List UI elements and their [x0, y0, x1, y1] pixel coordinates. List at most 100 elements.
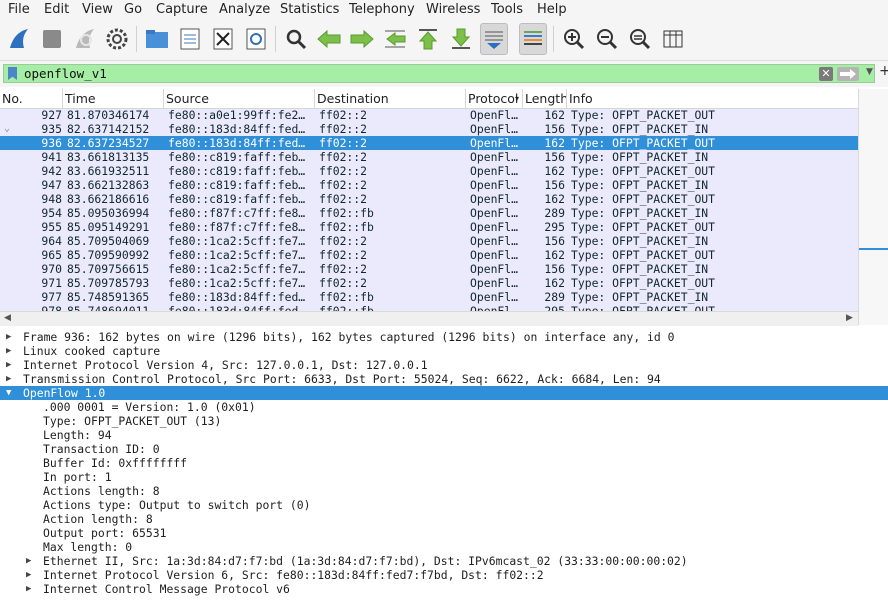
- detail-tree-row[interactable]: ▼ OpenFlow 1.0: [0, 386, 888, 400]
- close-file-icon[interactable]: [209, 23, 237, 55]
- packet-row[interactable]: 970 85.709756615 fe80::1ca2:5cff:fe7… ff02:…: [0, 262, 858, 276]
- detail-tree-row[interactable]: ▶ Internet Protocol Version 6, Src: fe80:…: [0, 568, 888, 582]
- packet-row[interactable]: 954 85.095036994 fe80::f87f:c7ff:fe8… ff02:…: [0, 206, 858, 220]
- packet-details-tree: ▶ Frame 936: 162 bytes on wire (1296 bits…: [0, 330, 888, 609]
- detail-tree-row[interactable]: In port: 1: [0, 470, 888, 484]
- go-forward-icon[interactable]: [348, 23, 376, 55]
- detail-tree-row[interactable]: Action length: 8: [0, 512, 888, 526]
- detail-tree-row[interactable]: Length: 94: [0, 428, 888, 442]
- detail-tree-row[interactable]: Buffer Id: 0xffffffff: [0, 456, 888, 470]
- detail-tree-row[interactable]: Actions type: Output to switch port (0): [0, 498, 888, 512]
- packet-row[interactable]: 942 83.661932511 fe80::c819:faff:feb… ff02:…: [0, 164, 858, 178]
- column-header-length[interactable]: Length: [523, 89, 567, 108]
- scroll-right-icon[interactable]: ▶: [846, 313, 853, 323]
- display-filter-input[interactable]: openflow_v1 ✕ ▼: [3, 64, 875, 83]
- menu-statistics[interactable]: Statistics: [280, 1, 339, 19]
- packet-row[interactable]: 971 85.709785793 fe80::1ca2:5cff:fe7… ff02:…: [0, 276, 858, 290]
- packet-cell-time: 83.662132863: [67, 178, 150, 192]
- go-first-icon[interactable]: [414, 23, 442, 55]
- column-header-time[interactable]: Time: [63, 89, 164, 108]
- packet-cell-proto: OpenFl…: [470, 192, 519, 206]
- column-header-info[interactable]: Info: [567, 89, 858, 108]
- open-file-icon[interactable]: [143, 23, 171, 55]
- expand-arrow-icon[interactable]: ▶: [6, 358, 11, 372]
- packet-row[interactable]: 965 85.709590992 fe80::1ca2:5cff:fe7… ff02:…: [0, 248, 858, 262]
- menu-telephony[interactable]: Telephony: [349, 1, 415, 19]
- go-to-packet-icon[interactable]: [381, 23, 409, 55]
- packet-cell-src: fe80::c819:faff:feb…: [168, 150, 306, 164]
- find-packet-icon[interactable]: [282, 23, 310, 55]
- packet-row[interactable]: 964 85.709504069 fe80::1ca2:5cff:fe7… ff02:…: [0, 234, 858, 248]
- zoom-in-icon[interactable]: [560, 23, 588, 55]
- packet-cell-len: 162: [544, 192, 565, 206]
- menu-edit[interactable]: Edit: [44, 1, 69, 19]
- packet-cell-len: 156: [544, 178, 565, 192]
- detail-tree-row[interactable]: Max length: 0: [0, 540, 888, 554]
- menu-wireless[interactable]: Wireless: [426, 1, 480, 19]
- go-back-icon[interactable]: [315, 23, 343, 55]
- expand-arrow-icon[interactable]: ▶: [26, 568, 31, 582]
- detail-tree-row[interactable]: ▶ Internet Control Message Protocol v6: [0, 582, 888, 596]
- menu-help[interactable]: Help: [537, 1, 567, 19]
- detail-tree-row[interactable]: Transaction ID: 0: [0, 442, 888, 456]
- menu-file[interactable]: File: [8, 1, 30, 19]
- go-last-icon[interactable]: [447, 23, 475, 55]
- detail-tree-row[interactable]: Actions length: 8: [0, 484, 888, 498]
- autoscroll-icon[interactable]: [480, 23, 508, 55]
- apply-filter-icon[interactable]: [837, 67, 859, 81]
- packet-row[interactable]: 935 82.637142152 fe80::183d:84ff:fed… ff02:…: [0, 122, 858, 136]
- packet-row[interactable]: 948 83.662186616 fe80::c819:faff:feb… ff02:…: [0, 192, 858, 206]
- packet-cell-info: Type: OFPT_PACKET_IN: [571, 178, 709, 192]
- packet-minimap-scrollbar[interactable]: [858, 89, 888, 325]
- detail-tree-row[interactable]: ▶ Transmission Control Protocol, Src Port…: [0, 372, 888, 386]
- colorize-icon[interactable]: [519, 23, 547, 55]
- collapse-arrow-icon[interactable]: ▼: [6, 386, 11, 400]
- menu-view[interactable]: View: [82, 1, 113, 19]
- expand-arrow-icon[interactable]: ▶: [6, 372, 11, 386]
- expand-arrow-icon[interactable]: ▶: [6, 330, 11, 344]
- filter-text[interactable]: openflow_v1: [24, 66, 107, 81]
- detail-tree-row[interactable]: ▶ Linux cooked capture: [0, 344, 888, 358]
- column-header-no[interactable]: No.: [0, 89, 63, 108]
- detail-tree-row[interactable]: ▶ Frame 936: 162 bytes on wire (1296 bits…: [0, 330, 888, 344]
- zoom-out-icon[interactable]: [593, 23, 621, 55]
- packet-cell-proto: OpenFl…: [470, 206, 519, 220]
- menu-capture[interactable]: Capture: [156, 1, 208, 19]
- packet-list-horizontal-scrollbar[interactable]: ◀ ▶: [0, 311, 858, 326]
- restart-capture-icon[interactable]: [71, 23, 99, 55]
- packet-row[interactable]: 955 85.095149291 fe80::f87f:c7ff:fe8… ff02:…: [0, 220, 858, 234]
- detail-tree-row[interactable]: ▶ Internet Protocol Version 4, Src: 127.0…: [0, 358, 888, 372]
- packet-row[interactable]: 941 83.661813135 fe80::c819:faff:feb… ff02:…: [0, 150, 858, 164]
- detail-tree-row[interactable]: .000 0001 = Version: 1.0 (0x01): [0, 400, 888, 414]
- packet-row[interactable]: 947 83.662132863 fe80::c819:faff:feb… ff02:…: [0, 178, 858, 192]
- zoom-normal-icon[interactable]: [626, 23, 654, 55]
- stop-capture-icon[interactable]: [38, 23, 66, 55]
- resize-columns-icon[interactable]: [659, 23, 687, 55]
- packet-row[interactable]: 936 82.637234527 fe80::183d:84ff:fed… ff02:…: [0, 136, 858, 150]
- shark-fin-start-icon[interactable]: [5, 23, 33, 55]
- bookmark-icon[interactable]: [8, 67, 17, 80]
- detail-tree-row[interactable]: Output port: 65531: [0, 526, 888, 540]
- packet-row[interactable]: 978 85.748694011 fe80::183d:84ff:fed… ff02:…: [0, 304, 858, 311]
- column-header-source[interactable]: Source: [164, 89, 315, 108]
- column-header-destination[interactable]: Destination: [315, 89, 466, 108]
- save-file-icon[interactable]: [176, 23, 204, 55]
- clear-filter-icon[interactable]: ✕: [819, 67, 833, 81]
- menu-tools[interactable]: Tools: [491, 1, 523, 19]
- packet-row[interactable]: 977 85.748591365 fe80::183d:84ff:fed… ff02:…: [0, 290, 858, 304]
- filter-history-dropdown-icon[interactable]: ▼: [866, 67, 873, 77]
- menu-analyze[interactable]: Analyze: [219, 1, 270, 19]
- capture-options-gear-icon[interactable]: [103, 23, 131, 55]
- expand-arrow-icon[interactable]: ▶: [6, 344, 11, 358]
- menu-go[interactable]: Go: [124, 1, 142, 19]
- add-filter-button-icon[interactable]: +: [879, 63, 888, 79]
- reload-file-icon[interactable]: [242, 23, 270, 55]
- column-header-protocol[interactable]: Protocol ▾: [466, 89, 523, 108]
- packet-row[interactable]: 927 81.870346174 fe80::a0e1:99ff:fe2… ff02:…: [0, 108, 858, 122]
- expand-arrow-icon[interactable]: ▶: [26, 554, 31, 568]
- expand-arrow-icon[interactable]: ▶: [26, 582, 31, 596]
- packet-cell-info: Type: OFPT_PACKET_IN: [571, 206, 709, 220]
- detail-tree-row[interactable]: ▶ Ethernet II, Src: 1a:3d:84:d7:f7:bd (1a…: [0, 554, 888, 568]
- scroll-left-icon[interactable]: ◀: [4, 313, 11, 323]
- detail-tree-row[interactable]: Type: OFPT_PACKET_OUT (13): [0, 414, 888, 428]
